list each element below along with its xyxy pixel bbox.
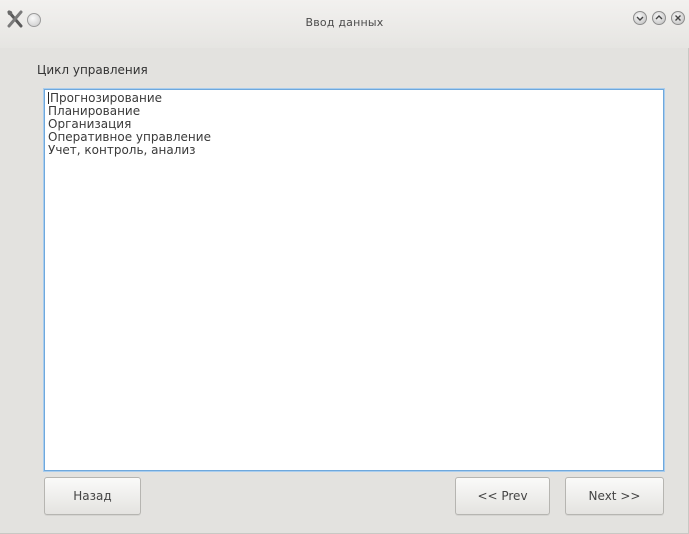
- text-area[interactable]: Прогнозирование Планирование Организация…: [44, 89, 664, 471]
- back-button[interactable]: Назад: [44, 477, 141, 515]
- minimize-icon[interactable]: [633, 11, 647, 25]
- next-button[interactable]: Next >>: [565, 477, 664, 515]
- title-bar[interactable]: Ввод данных: [0, 0, 689, 48]
- dialog-window: Ввод данных Цикл управления Прогнозирова…: [0, 0, 689, 534]
- text-line-5: Учет, контроль, анализ: [48, 143, 196, 157]
- text-line-1: Прогнозирование: [50, 91, 163, 105]
- text-caret: [48, 92, 49, 104]
- maximize-icon[interactable]: [652, 11, 666, 25]
- section-label: Цикл управления: [37, 63, 148, 77]
- text-line-2: Планирование: [48, 104, 141, 118]
- close-icon[interactable]: [671, 11, 685, 25]
- window-title: Ввод данных: [305, 16, 384, 29]
- prev-button[interactable]: << Prev: [455, 477, 550, 515]
